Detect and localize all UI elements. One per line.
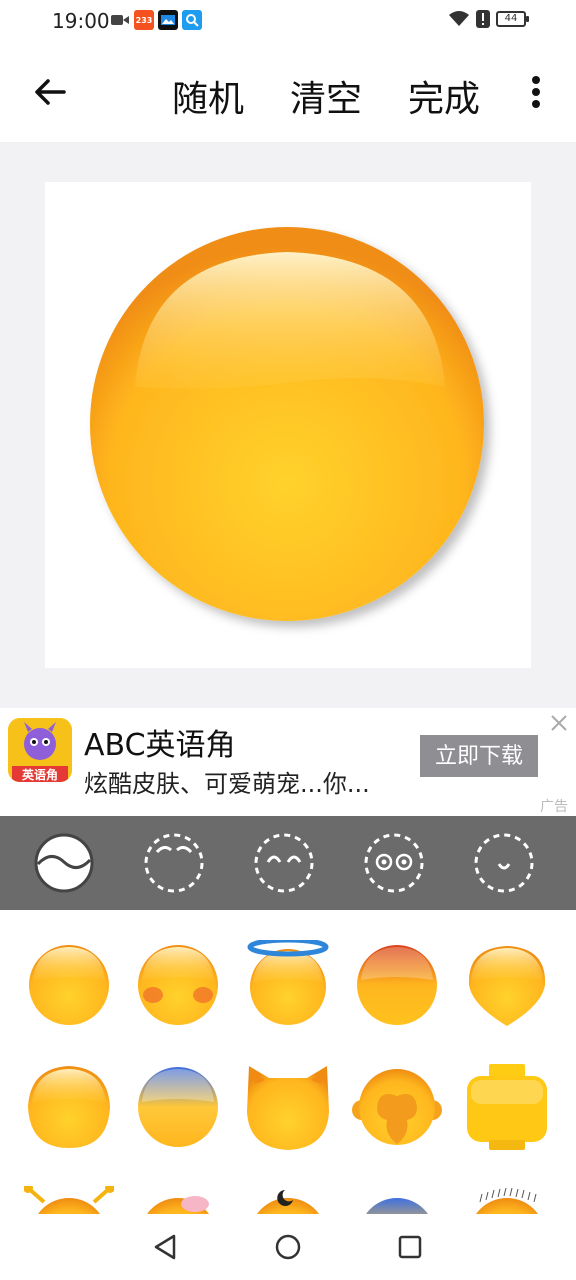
ad-subtitle: 炫酷皮肤、可爱萌宠...你... <box>84 770 370 798</box>
face-antennae-icon <box>23 1183 115 1214</box>
system-icons: 44 <box>448 10 529 28</box>
system-nav-bar <box>0 1214 576 1280</box>
video-icon <box>110 10 130 30</box>
face-option-round[interactable] <box>24 940 114 1030</box>
face-option-cat[interactable] <box>243 1062 333 1152</box>
clear-button[interactable]: 清空 <box>290 70 362 122</box>
face-shape-grid <box>0 910 576 1214</box>
status-bar: 19:00 233 44 <box>0 0 576 42</box>
ad-app-icon-label: 英语角 <box>21 768 58 782</box>
face-hair-icon <box>476 1187 538 1214</box>
more-menu-button[interactable] <box>522 72 550 112</box>
image-icon <box>158 10 178 30</box>
emoji-canvas[interactable] <box>45 182 531 668</box>
face-option-blush[interactable] <box>133 940 223 1030</box>
tab-eyebrows[interactable] <box>143 832 205 894</box>
face-option-monkey[interactable] <box>352 1062 442 1152</box>
face-monkey-icon <box>352 1069 442 1145</box>
app-233-icon: 233 <box>134 10 154 30</box>
battery-icon: 44 <box>496 11 529 27</box>
face-shape-icon <box>34 833 94 893</box>
ad-app-icon: 英语角 <box>8 718 72 782</box>
back-button[interactable] <box>30 72 70 112</box>
category-tab-bar <box>0 816 576 910</box>
face-option-blue-cap[interactable] <box>352 1186 442 1214</box>
toolbar: 随机 清空 完成 <box>0 42 576 142</box>
emoji-face-preview <box>90 227 484 621</box>
face-drop-icon <box>468 946 546 1026</box>
status-time: 19:00 <box>52 9 110 33</box>
face-option-block[interactable] <box>462 1062 552 1152</box>
notification-icons: 233 <box>110 10 202 30</box>
face-block-icon <box>467 1064 547 1150</box>
ad-label: 广告 <box>540 799 568 815</box>
search-app-icon <box>182 10 202 30</box>
arrow-left-icon <box>35 79 66 105</box>
circle-home-icon <box>275 1234 301 1260</box>
done-button[interactable]: 完成 <box>408 70 480 122</box>
face-round-icon <box>29 945 109 1025</box>
face-halo-icon <box>247 937 329 1025</box>
face-option-blue-top[interactable] <box>133 1062 223 1152</box>
wifi-icon <box>449 11 469 26</box>
random-button[interactable]: 随机 <box>172 70 244 122</box>
face-wide-icon <box>28 1066 110 1148</box>
eye-details-icon <box>364 833 424 893</box>
triangle-back-icon <box>154 1234 176 1260</box>
tab-mouth[interactable] <box>473 832 535 894</box>
tab-face-shape[interactable] <box>33 832 95 894</box>
close-icon <box>551 715 567 731</box>
face-option-antennae[interactable] <box>23 1183 115 1214</box>
face-option-red-top[interactable] <box>352 940 442 1030</box>
face-cat-icon <box>247 1066 329 1150</box>
face-red-top-icon <box>357 945 437 1025</box>
nav-back-button[interactable] <box>150 1232 180 1262</box>
face-option-drop[interactable] <box>462 940 552 1030</box>
face-blush-icon <box>138 945 218 1025</box>
face-option-wide[interactable] <box>24 1062 114 1152</box>
face-option-bandage[interactable] <box>133 1186 223 1214</box>
mouth-icon <box>474 833 534 893</box>
face-option-hair[interactable] <box>462 1186 552 1214</box>
face-blue-cap-icon <box>366 1198 428 1214</box>
tab-eyes[interactable] <box>253 832 315 894</box>
ad-close-button[interactable] <box>548 712 570 734</box>
more-vertical-icon <box>532 76 540 108</box>
ad-banner[interactable]: 英语角 ABC英语角 炫酷皮肤、可爱萌宠...你... 立即下载 广告 <box>0 708 576 816</box>
editor-canvas-area <box>0 142 576 708</box>
square-recents-icon <box>398 1235 422 1259</box>
alert-icon <box>476 10 490 28</box>
nav-home-button[interactable] <box>273 1232 303 1262</box>
eyebrows-icon <box>144 833 204 893</box>
face-option-halo[interactable] <box>243 937 333 1030</box>
face-moon-icon <box>257 1190 319 1214</box>
tab-eye-details[interactable] <box>363 832 425 894</box>
face-blue-top-icon <box>138 1067 218 1147</box>
face-bandage-icon <box>147 1196 209 1214</box>
ad-download-button[interactable]: 立即下载 <box>420 735 538 777</box>
eyes-icon <box>254 833 314 893</box>
nav-recents-button[interactable] <box>395 1232 425 1262</box>
face-option-moon[interactable] <box>243 1186 333 1214</box>
ad-title: ABC英语角 <box>84 728 236 763</box>
